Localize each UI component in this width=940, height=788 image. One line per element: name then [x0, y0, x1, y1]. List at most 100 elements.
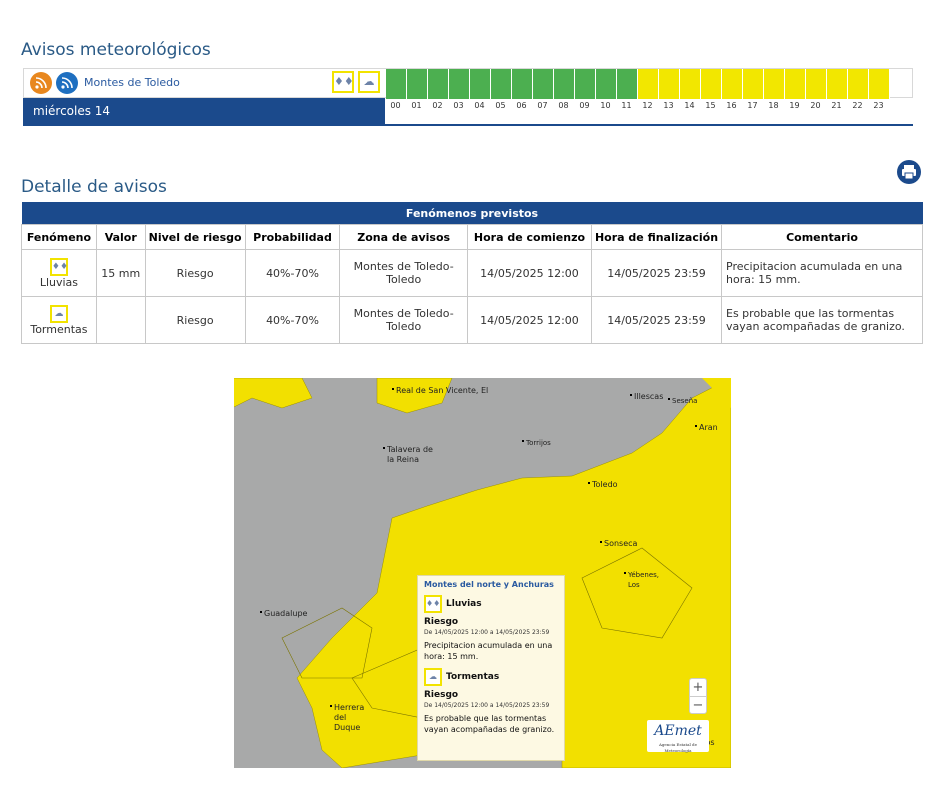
hour-label: 11 [621, 101, 632, 110]
cell-valor [95, 296, 146, 344]
hour-label: 21 [831, 101, 842, 110]
hour-label: 10 [600, 101, 611, 110]
column-header: Hora de comienzo [466, 224, 593, 250]
table-row: ♦♦ Lluvias 15 mm Riesgo 40%-70% Montes de Tol… [21, 249, 923, 297]
cell-fenomeno: ☁ Tormentas [21, 296, 97, 344]
hour-cell [638, 69, 659, 99]
hour-bar [386, 69, 890, 99]
avisos-title: Avisos meteorológicos [21, 40, 211, 60]
hour-cell [806, 69, 827, 99]
place-sesena: Seseña [667, 397, 698, 405]
column-header: Zona de avisos [339, 224, 468, 250]
hour-label: 02 [432, 101, 443, 110]
place-toledo: Toledo [588, 480, 618, 489]
cell-nivel: Riesgo [144, 296, 246, 344]
warning-timeline: Montes de Toledo ♦♦ ☁ miércoles 14 00 01 0… [23, 68, 913, 126]
popup-item-lluvias: ♦♦ Lluvias [424, 595, 558, 613]
rss-icon-blue[interactable] [56, 72, 78, 94]
cell-fin: 14/05/2025 23:59 [591, 249, 722, 297]
map-popup: Montes del norte y Anchuras ♦♦ Lluvias R… [417, 575, 565, 761]
place-talavera: Talavera de la Reina [383, 445, 433, 464]
hour-label: 22 [852, 101, 863, 110]
hour-cell [680, 69, 701, 99]
lluvias-icon: ♦♦ [332, 71, 354, 93]
hour-label: 19 [789, 101, 800, 110]
hour-cell [554, 69, 575, 99]
popup-time: De 14/05/2025 12:00 a 14/05/2025 23:59 [424, 702, 550, 709]
popup-comment: Precipitacion acumulada en una hora: 15 … [424, 641, 553, 661]
cell-probabilidad: 40%-70% [244, 249, 341, 297]
hour-labels: 00 01 02 03 04 05 06 07 08 09 10 11 12 13 14 15 16 17 18 19… [385, 99, 889, 113]
hour-cell [386, 69, 407, 99]
tormentas-icon: ☁ [424, 668, 442, 686]
hour-label: 12 [642, 101, 653, 110]
column-header: Valor [95, 224, 146, 250]
hour-label: 14 [684, 101, 695, 110]
place-herrera: Herrera del Duque [330, 703, 374, 733]
popup-time: De 14/05/2025 12:00 a 14/05/2025 23:59 [424, 629, 550, 636]
hour-cell [575, 69, 596, 99]
popup-comment: Es probable que las tormentas vayan acom… [424, 714, 555, 734]
hour-cell [722, 69, 743, 99]
hour-label: 07 [537, 101, 548, 110]
hour-cell [659, 69, 680, 99]
warnings-table: Fenómenos previstos Fenómeno Valor Nivel d… [21, 202, 923, 344]
cell-fin: 14/05/2025 23:59 [591, 296, 722, 344]
day-label: miércoles 14 [23, 98, 385, 124]
place-guadalupe: Guadalupe [259, 609, 308, 618]
place-torrijos: Torrijos [522, 439, 551, 447]
cell-zona: Montes de Toledo-Toledo [339, 249, 468, 297]
hour-label: 04 [474, 101, 485, 110]
hour-label: 06 [516, 101, 527, 110]
hour-label: 13 [663, 101, 674, 110]
hour-cell [533, 69, 554, 99]
hour-cell [764, 69, 785, 99]
hour-label: 09 [579, 101, 590, 110]
table-header-row: Fenómeno Valor Nivel de riesgo Probabilidad… [21, 224, 923, 250]
hour-cell [491, 69, 512, 99]
zoom-out-button[interactable]: − [690, 697, 706, 714]
cell-valor: 15 mm [95, 249, 146, 297]
zone-link[interactable]: Montes de Toledo [84, 76, 180, 89]
place-real-de-san-vicente: Real de San Vicente, El [391, 386, 489, 395]
column-header: Fenómeno [21, 224, 97, 250]
hour-label: 08 [558, 101, 569, 110]
popup-level: Riesgo [424, 617, 459, 627]
hour-cell [848, 69, 869, 99]
cell-inicio: 14/05/2025 12:00 [466, 296, 593, 344]
column-header: Nivel de riesgo [144, 224, 246, 250]
hour-cell [512, 69, 533, 99]
hour-label: 05 [495, 101, 506, 110]
column-header: Hora de finalización [591, 224, 722, 250]
popup-item-tormentas: ☁ Tormentas [424, 668, 558, 686]
tormentas-icon: ☁ [49, 304, 68, 323]
hour-cell [617, 69, 638, 99]
hour-cell [449, 69, 470, 99]
hour-cell [428, 69, 449, 99]
column-header: Probabilidad [244, 224, 341, 250]
column-header: Comentario [721, 224, 923, 250]
hour-label: 23 [873, 101, 884, 110]
place-sonseca: Sonseca [599, 539, 638, 548]
popup-level: Riesgo [424, 690, 459, 700]
place-aran: Aran [695, 423, 718, 432]
cell-nivel: Riesgo [144, 249, 246, 297]
tormentas-icon: ☁ [358, 71, 380, 93]
hour-label: 18 [768, 101, 779, 110]
place-yebenes: Yébenes, Los [624, 571, 660, 589]
rss-icon-orange[interactable] [30, 72, 52, 94]
hour-label: 16 [726, 101, 737, 110]
cell-fenomeno: ♦♦ Lluvias [21, 249, 97, 297]
hour-label: 00 [390, 101, 401, 110]
printer-icon[interactable] [897, 160, 921, 184]
hour-label: 03 [453, 101, 464, 110]
hour-label: 20 [810, 101, 821, 110]
table-row: ☁ Tormentas Riesgo 40%-70% Montes de Toledo-… [21, 296, 923, 344]
hour-cell [701, 69, 722, 99]
lluvias-icon: ♦♦ [49, 257, 68, 276]
hour-cell [743, 69, 764, 99]
hour-cell [785, 69, 806, 99]
zoom-in-button[interactable]: + [690, 679, 706, 697]
timeline-underline [23, 124, 913, 126]
hour-label: 01 [411, 101, 422, 110]
